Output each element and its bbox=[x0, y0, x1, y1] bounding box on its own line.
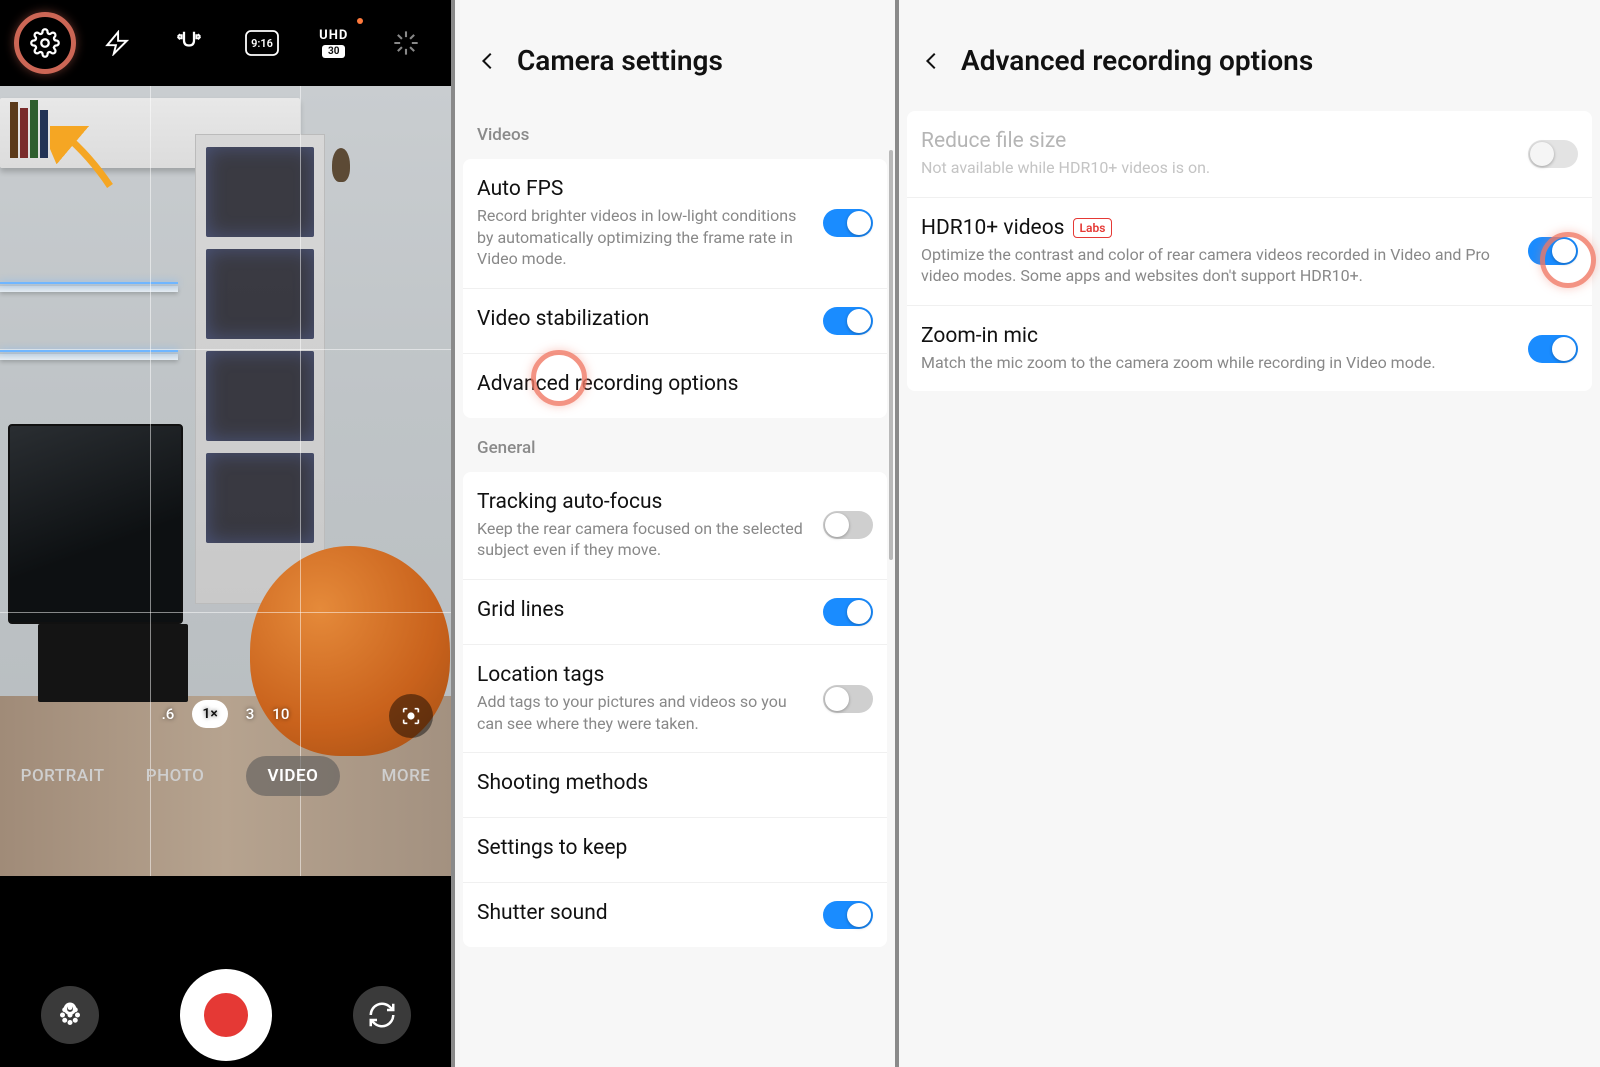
page-title: Camera settings bbox=[517, 44, 723, 77]
setting-location-tags[interactable]: Location tags Add tags to your pictures … bbox=[463, 645, 887, 753]
camera-bottom-bar bbox=[0, 962, 451, 1067]
shutter-button[interactable] bbox=[180, 969, 272, 1061]
setting-zoom-in-mic[interactable]: Zoom-in mic Match the mic zoom to the ca… bbox=[907, 306, 1592, 392]
setting-auto-fps[interactable]: Auto FPS Record brighter videos in low-l… bbox=[463, 159, 887, 289]
switch-camera-button[interactable] bbox=[353, 986, 411, 1044]
setting-title: Advanced recording options bbox=[477, 372, 873, 396]
setting-hdr10[interactable]: HDR10+ videosLabs Optimize the contrast … bbox=[907, 198, 1592, 306]
gallery-button[interactable] bbox=[41, 986, 99, 1044]
toggle-reduce-file-size bbox=[1528, 140, 1578, 168]
setting-tracking-af[interactable]: Tracking auto-focus Keep the rear camera… bbox=[463, 472, 887, 580]
setting-settings-to-keep[interactable]: Settings to keep bbox=[463, 818, 887, 883]
toggle-shutter-sound[interactable] bbox=[823, 901, 873, 929]
zoom-level[interactable]: 3 bbox=[246, 705, 255, 723]
mode-selector[interactable]: PORTRAIT PHOTO VIDEO MORE bbox=[0, 756, 451, 796]
camera-viewfinder-panel: 9:16 UHD 30 bbox=[0, 0, 451, 1067]
setting-advanced-recording[interactable]: Advanced recording options bbox=[463, 354, 887, 418]
advanced-recording-panel: Advanced recording options Reduce file s… bbox=[899, 0, 1600, 1067]
toggle-tracking-af[interactable] bbox=[823, 511, 873, 539]
mode-more[interactable]: MORE bbox=[382, 766, 431, 786]
resolution-label: UHD bbox=[319, 28, 348, 43]
setting-title: Shooting methods bbox=[477, 771, 873, 795]
zoom-level[interactable]: 10 bbox=[272, 705, 289, 723]
toggle-hdr10[interactable] bbox=[1528, 237, 1578, 265]
setting-title: Tracking auto-focus bbox=[477, 490, 809, 514]
setting-title: Auto FPS bbox=[477, 177, 809, 201]
super-steady-icon[interactable] bbox=[166, 20, 212, 66]
setting-desc: Add tags to your pictures and videos so … bbox=[477, 691, 809, 734]
setting-desc: Not available while HDR10+ videos is on. bbox=[921, 157, 1514, 179]
mode-photo[interactable]: PHOTO bbox=[146, 766, 205, 786]
setting-shutter-sound[interactable]: Shutter sound bbox=[463, 883, 887, 947]
camera-preview[interactable]: .6 1× 3 10 PORTRAIT PHOTO VIDEO MORE bbox=[0, 86, 451, 876]
mode-video-selected[interactable]: VIDEO bbox=[246, 756, 341, 796]
back-button[interactable] bbox=[921, 50, 943, 72]
flash-icon[interactable] bbox=[94, 20, 140, 66]
section-label-videos: Videos bbox=[455, 105, 895, 159]
setting-video-stabilization[interactable]: Video stabilization bbox=[463, 289, 887, 354]
camera-settings-panel: Camera settings Videos Auto FPS Record b… bbox=[455, 0, 895, 1067]
settings-header: Advanced recording options bbox=[899, 0, 1600, 105]
aspect-ratio-icon[interactable]: 9:16 bbox=[239, 20, 285, 66]
setting-title: Reduce file size bbox=[921, 129, 1514, 153]
setting-shooting-methods[interactable]: Shooting methods bbox=[463, 753, 887, 818]
setting-desc: Optimize the contrast and color of rear … bbox=[921, 244, 1514, 287]
camera-top-toolbar: 9:16 UHD 30 bbox=[0, 0, 451, 86]
toggle-zoom-mic[interactable] bbox=[1528, 335, 1578, 363]
setting-grid-lines[interactable]: Grid lines bbox=[463, 580, 887, 645]
svg-text:9:16: 9:16 bbox=[251, 37, 273, 50]
record-icon bbox=[204, 993, 248, 1037]
settings-header: Camera settings bbox=[455, 0, 895, 105]
gridline bbox=[0, 612, 451, 613]
zoom-level[interactable]: .6 bbox=[162, 705, 175, 723]
fps-label: 30 bbox=[322, 45, 345, 58]
gridline bbox=[0, 349, 451, 350]
setting-title: Shutter sound bbox=[477, 901, 809, 925]
video-settings-card: Auto FPS Record brighter videos in low-l… bbox=[463, 159, 887, 418]
advanced-settings-card: Reduce file size Not available while HDR… bbox=[907, 111, 1592, 391]
focus-enhancer-icon[interactable] bbox=[389, 694, 433, 738]
resolution-icon[interactable]: UHD 30 bbox=[311, 20, 357, 66]
effects-icon[interactable] bbox=[383, 20, 429, 66]
setting-title: Grid lines bbox=[477, 598, 809, 622]
setting-title: Location tags bbox=[477, 663, 809, 687]
zoom-level-active[interactable]: 1× bbox=[192, 700, 227, 728]
notification-dot-icon bbox=[357, 18, 363, 24]
toggle-location[interactable] bbox=[823, 685, 873, 713]
toggle-grid-lines[interactable] bbox=[823, 598, 873, 626]
page-title: Advanced recording options bbox=[961, 44, 1313, 77]
mode-portrait[interactable]: PORTRAIT bbox=[21, 766, 105, 786]
setting-reduce-file-size: Reduce file size Not available while HDR… bbox=[907, 111, 1592, 198]
zoom-selector[interactable]: .6 1× 3 10 bbox=[0, 700, 451, 728]
scrollbar[interactable] bbox=[889, 150, 893, 560]
toggle-auto-fps[interactable] bbox=[823, 209, 873, 237]
setting-title: Video stabilization bbox=[477, 307, 809, 331]
settings-gear-icon[interactable] bbox=[22, 20, 68, 66]
labs-badge: Labs bbox=[1073, 218, 1113, 238]
toggle-stabilization[interactable] bbox=[823, 307, 873, 335]
back-button[interactable] bbox=[477, 50, 499, 72]
section-label-general: General bbox=[455, 418, 895, 472]
setting-title: Zoom-in mic bbox=[921, 324, 1514, 348]
general-settings-card: Tracking auto-focus Keep the rear camera… bbox=[463, 472, 887, 947]
setting-desc: Keep the rear camera focused on the sele… bbox=[477, 518, 809, 561]
setting-desc: Match the mic zoom to the camera zoom wh… bbox=[921, 352, 1514, 374]
setting-title: Settings to keep bbox=[477, 836, 873, 860]
setting-desc: Record brighter videos in low-light cond… bbox=[477, 205, 809, 270]
setting-title: HDR10+ videosLabs bbox=[921, 216, 1514, 240]
